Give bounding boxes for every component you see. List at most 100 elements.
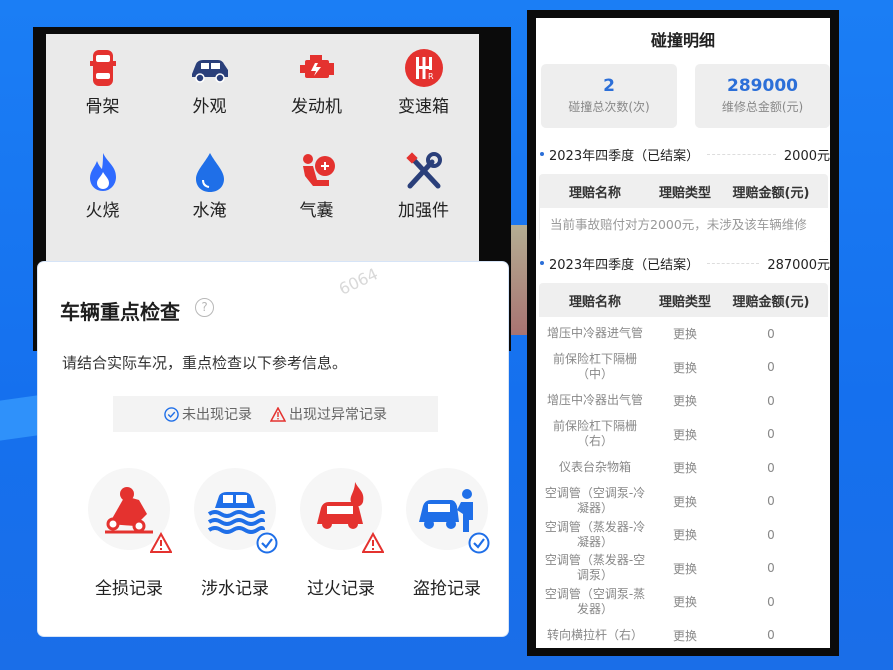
repair-amount-stat: 289000 维修总金额(元) [695, 64, 830, 128]
col-claim-name: 理赔名称 [568, 185, 621, 201]
cell-amount: 0 [767, 393, 775, 408]
cell-name: 前保险杠下隔栅（中） [552, 352, 637, 382]
record-label: 盗抢记录 [413, 579, 481, 599]
svg-text:R: R [428, 72, 434, 81]
record-list: 全损记录 涉水记录 过火记录 盗抢记录 [76, 468, 500, 599]
legend-ok-label: 未出现记录 [182, 407, 252, 423]
claim-table-header: 理赔名称 理赔类型 理赔金额(元) [539, 174, 828, 208]
table-row: 前保险杠下隔栅（右） 更换 0 [539, 417, 828, 451]
table-row: 空调管（空调泵-蒸发器） 更换 0 [539, 585, 828, 619]
collision-stats: 2 碰撞总次数(次) 289000 维修总金额(元) [536, 64, 830, 128]
cell-amount: 0 [767, 360, 775, 375]
warning-triangle-icon [270, 406, 286, 422]
cell-type: 更换 [672, 394, 697, 409]
fire-car-icon [317, 482, 364, 529]
check-tip: 请结合实际车况，重点检查以下参考信息。 [62, 354, 348, 372]
cell-type: 更换 [672, 360, 697, 375]
table-row: 空调管（蒸发器-冷凝器） 更换 0 [539, 518, 828, 552]
cell-name: 前保险杠下隔栅（右） [552, 419, 637, 449]
case-header: 2023年四季度（已结案） 2000元 [536, 134, 830, 174]
cell-name: 空调管（空调泵-冷凝器） [544, 486, 646, 516]
cell-name: 增压中冷器出气管 [546, 393, 643, 408]
collision-count-value: 2 [603, 76, 615, 96]
cell-name: 空调管（蒸发器-冷凝器） [544, 519, 646, 549]
record-fire[interactable]: 过火记录 [288, 468, 394, 599]
category-label: 水淹 [192, 201, 227, 221]
category-engine[interactable]: 发动机 [263, 46, 370, 150]
collision-detail-panel: 碰撞明细 2 碰撞总次数(次) 289000 维修总金额(元) 2023年四季度… [527, 10, 839, 656]
case-amount: 287000元 [767, 257, 830, 273]
category-airbag[interactable]: 气囊 [263, 150, 370, 254]
category-label: 发动机 [291, 97, 342, 117]
case-header: 2023年四季度（已结案） 287000元 [536, 243, 830, 283]
gearbox-icon: R [404, 49, 443, 87]
check-badge-icon [256, 532, 278, 554]
warning-badge-icon [150, 532, 172, 553]
check-circle-icon [164, 406, 179, 422]
cell-amount: 0 [767, 460, 775, 475]
help-icon[interactable]: ? [195, 298, 214, 317]
col-claim-name: 理赔名称 [568, 294, 621, 310]
record-flood[interactable]: 涉水记录 [182, 468, 288, 599]
cell-name: 转向横拉杆（右） [546, 627, 643, 642]
category-reinforcement[interactable]: 加强件 [370, 150, 477, 254]
cell-name: 仪表台杂物箱 [558, 460, 631, 475]
dashed-divider [707, 153, 776, 155]
warning-badge-icon [362, 532, 384, 553]
cell-type: 更换 [672, 595, 697, 610]
cell-type: 更换 [672, 561, 697, 576]
claim-table-header: 理赔名称 理赔类型 理赔金额(元) [539, 283, 828, 317]
record-total-loss[interactable]: 全损记录 [76, 468, 182, 599]
cell-amount: 0 [767, 628, 775, 643]
category-label: 加强件 [398, 201, 449, 221]
case-period: 2023年四季度（已结案） [549, 148, 700, 164]
bullet-dot [540, 261, 544, 265]
cell-amount: 0 [767, 427, 775, 442]
cell-amount: 0 [767, 594, 775, 609]
record-icon-circle [194, 468, 278, 554]
cell-type: 更换 [672, 327, 697, 342]
fire-icon [89, 153, 116, 191]
water-drop-icon [195, 153, 224, 192]
category-label: 骨架 [85, 97, 120, 117]
record-label: 过火记录 [307, 579, 375, 599]
cell-amount: 0 [767, 527, 775, 542]
category-label: 变速箱 [398, 97, 449, 117]
col-claim-amount: 理赔金额(元) [732, 185, 810, 201]
record-label: 全损记录 [95, 579, 163, 599]
category-gearbox[interactable]: R 变速箱 [370, 46, 477, 150]
cell-type: 更换 [672, 427, 697, 442]
cell-name: 空调管（空调泵-蒸发器） [544, 586, 646, 616]
category-flood[interactable]: 水淹 [156, 150, 263, 254]
col-claim-amount: 理赔金额(元) [732, 294, 810, 310]
case-amount: 2000元 [783, 148, 830, 164]
collision-count-label: 碰撞总次数(次) [568, 100, 650, 114]
claim-rows: 增压中冷器进气管 更换 0 前保险杠下隔栅（中） 更换 0 增压中冷器出气管 更换 0 前保险杠下… [539, 317, 828, 648]
category-exterior[interactable]: 外观 [156, 46, 263, 150]
claim-table: 理赔名称 理赔类型 理赔金额(元) 增压中冷器进气管 更换 0 前保险杠下隔栅（中）更… [539, 283, 828, 648]
cell-amount: 0 [767, 561, 775, 576]
cell-type: 更换 [672, 461, 697, 476]
record-icon-circle [300, 468, 384, 553]
record-theft[interactable]: 盗抢记录 [394, 468, 500, 599]
category-fire[interactable]: 火烧 [49, 150, 156, 254]
collision-detail-card: 碰撞明细 2 碰撞总次数(次) 289000 维修总金额(元) 2023年四季度… [536, 18, 830, 648]
repair-amount-label: 维修总金额(元) [721, 100, 804, 114]
category-label: 外观 [192, 97, 227, 117]
category-label: 气囊 [299, 201, 334, 221]
table-row: 转向横拉杆（右） 更换 0 [539, 618, 828, 648]
category-frame[interactable]: 骨架 [49, 46, 156, 150]
vehicle-key-check-card: 6064 车辆重点检查 ? 请结合实际车况，重点检查以下参考信息。 未出现记录 … [38, 262, 508, 636]
cell-amount: 0 [767, 494, 775, 509]
engine-icon [299, 55, 334, 78]
dashed-divider [707, 262, 760, 264]
bullet-dot [540, 152, 544, 156]
case-period: 2023年四季度（已结案） [549, 257, 700, 273]
table-row: 空调管（蒸发器-空调泵） 更换 0 [539, 551, 828, 585]
table-row: 增压中冷器进气管 更换 0 [539, 317, 828, 351]
collision-count-stat: 2 碰撞总次数(次) [541, 64, 677, 128]
total-loss-icon [105, 487, 153, 534]
cell-type: 更换 [672, 494, 697, 509]
cell-amount: 0 [767, 326, 775, 341]
legend-warn: 出现过异常记录 [270, 404, 387, 424]
